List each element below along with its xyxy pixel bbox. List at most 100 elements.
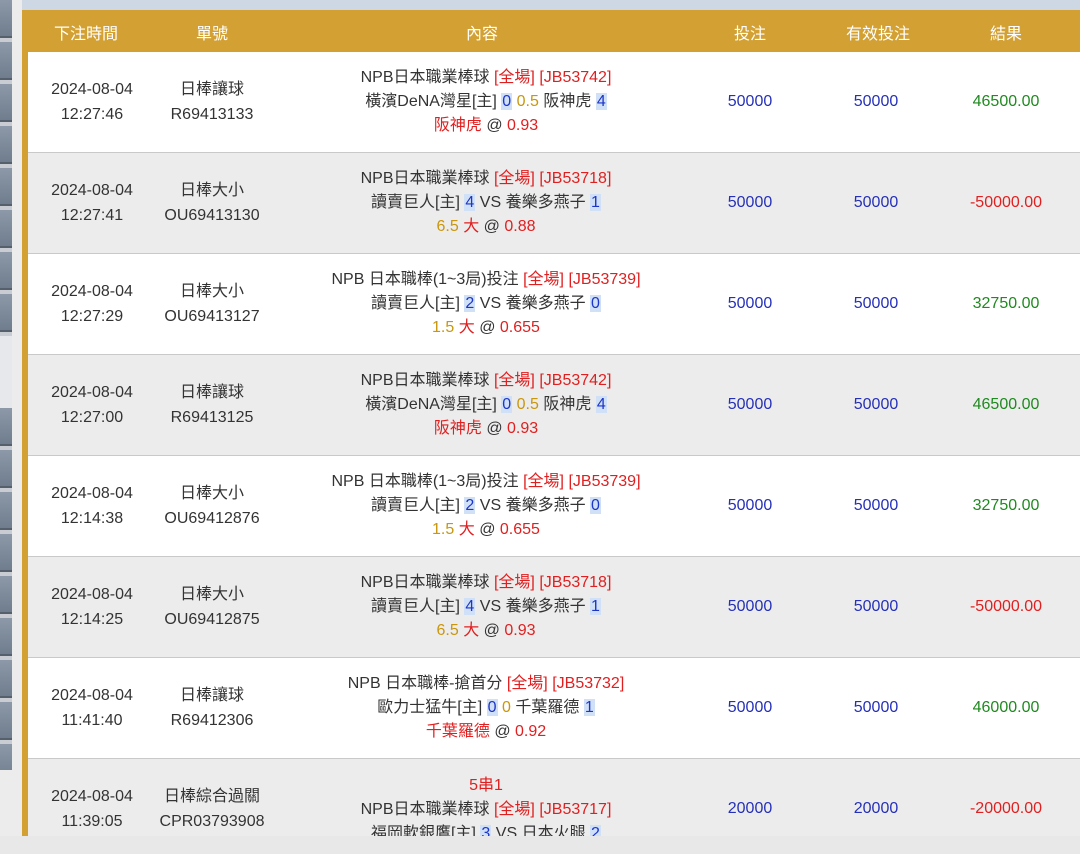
at-sign: @: [479, 319, 496, 336]
bet-amount: 50000: [727, 699, 773, 716]
match-teams-line: 橫濱DeNA灣星[主] 0 0.5 阪神虎 4: [286, 90, 686, 114]
league-name: NPB日本職業棒球: [360, 574, 490, 591]
odds-value: 0.88: [504, 218, 536, 235]
sidebar-tab[interactable]: [0, 168, 12, 206]
bet-scope: [全場]: [493, 170, 535, 187]
sidebar-tab[interactable]: [0, 210, 12, 248]
header-result: 結果: [989, 26, 1023, 43]
home-team: 歐力士猛牛[主]: [377, 699, 483, 716]
pick-selection: 大: [463, 218, 480, 235]
home-score: 4: [464, 194, 476, 211]
sidebar-tab[interactable]: [0, 702, 12, 740]
sidebar-tab[interactable]: [0, 84, 12, 122]
bet-clock: 12:27:29: [60, 308, 124, 325]
away-team: 養樂多燕子: [505, 497, 586, 514]
header-order-no: 單號: [195, 26, 229, 43]
total-line: 1.5: [432, 319, 455, 336]
home-score: 4: [464, 598, 476, 615]
match-league-line: NPB日本職業棒球 [全場] [JB53718]: [286, 571, 686, 595]
away-score: 0: [590, 497, 601, 514]
sidebar-tab[interactable]: [0, 408, 12, 446]
bet-scope: [全場]: [523, 271, 564, 288]
table-row[interactable]: 2024-08-04 12:27:41 日棒大小 OU69413130 NPB日…: [28, 153, 1080, 254]
sidebar-tab[interactable]: [0, 372, 12, 409]
sidebar-tab[interactable]: [0, 42, 12, 80]
at-sign: @: [486, 117, 503, 134]
league-name: NPB日本職業棒球: [360, 372, 490, 389]
bet-type: 日棒讓球: [179, 687, 244, 704]
valid-bet-amount: 50000: [853, 699, 899, 716]
valid-bet-amount: 50000: [853, 295, 899, 312]
bet-scope: [全場]: [493, 372, 535, 389]
away-score: 4: [595, 396, 607, 413]
home-team: 讀賣巨人[主]: [371, 497, 460, 514]
pick-line: 1.5 大 @ 0.655: [286, 518, 686, 542]
away-score: 1: [590, 598, 601, 615]
away-team: 千葉羅德: [515, 699, 580, 716]
pick-line: 6.5 大 @ 0.93: [286, 619, 686, 643]
table-row[interactable]: 2024-08-04 11:41:40 日棒讓球 R69412306 NPB 日…: [28, 658, 1080, 759]
sidebar-tab[interactable]: [0, 492, 12, 530]
sidebar-tab[interactable]: [0, 450, 12, 488]
sidebar-tab[interactable]: [0, 126, 12, 164]
match-code: [JB53742]: [539, 372, 612, 389]
result-amount: 46500.00: [972, 396, 1040, 413]
sidebar-tab[interactable]: [0, 294, 12, 332]
home-score: 0: [501, 93, 513, 110]
bet-time-cell: 2024-08-04 11:41:40: [51, 683, 133, 733]
bet-type: 日棒讓球: [179, 384, 244, 401]
bet-date: 2024-08-04: [51, 687, 133, 704]
sidebar-tab[interactable]: [0, 534, 12, 572]
away-score: 2: [590, 825, 601, 836]
at-sign: @: [479, 521, 496, 538]
league-name: NPB 日本職棒(1~3局)投注: [331, 271, 519, 288]
pick-selection: 阪神虎: [433, 420, 482, 437]
order-cell: 日棒大小 OU69413130: [164, 178, 259, 228]
content-cell: NPB 日本職棒(1~3局)投注 [全場] [JB53739] 讀賣巨人[主] …: [286, 470, 686, 542]
bet-time-cell: 2024-08-04 12:27:00: [51, 380, 133, 430]
bet-scope: [全場]: [523, 473, 564, 490]
away-score: 1: [583, 699, 595, 716]
bet-history-panel: 下注時間 單號 內容 投注 有效投注 結果 2024-08-04 12:27:4…: [22, 0, 1080, 836]
table-row[interactable]: 2024-08-04 12:14:25 日棒大小 OU69412875 NPB日…: [28, 557, 1080, 658]
valid-bet-amount: 50000: [853, 396, 899, 413]
order-number: R69412306: [170, 712, 254, 729]
sidebar-tab[interactable]: [0, 660, 12, 698]
header-bet-time: 下注時間: [53, 26, 119, 43]
content-cell: NPB 日本職棒(1~3局)投注 [全場] [JB53739] 讀賣巨人[主] …: [286, 268, 686, 340]
match-teams-line: 橫濱DeNA灣星[主] 0 0.5 阪神虎 4: [286, 393, 686, 417]
content-cell: 5串1 NPB日本職業棒球 [全場] [JB53717] 福岡軟銀鷹[主] 3 …: [286, 774, 686, 836]
sidebar-tab[interactable]: [0, 744, 12, 770]
bet-time-cell: 2024-08-04 11:39:05: [51, 784, 133, 834]
pick-selection: 大: [458, 319, 475, 336]
order-number: OU69413130: [164, 207, 260, 224]
table-row[interactable]: 2024-08-04 12:27:46 日棒讓球 R69413133 NPB日本…: [28, 52, 1080, 153]
match-code: [JB53732]: [552, 675, 625, 692]
sidebar-tab[interactable]: [0, 0, 12, 38]
bet-clock: 12:27:00: [60, 409, 124, 426]
content-cell: NPB日本職業棒球 [全場] [JB53718] 讀賣巨人[主] 4 VS 養樂…: [286, 571, 686, 643]
table-row[interactable]: 2024-08-04 12:27:00 日棒讓球 R69413125 NPB日本…: [28, 355, 1080, 456]
away-team: 阪神虎: [543, 396, 592, 413]
bet-time-cell: 2024-08-04 12:14:25: [51, 582, 133, 632]
bet-type: 日棒大小: [179, 485, 244, 502]
match-code: [JB53739]: [568, 473, 641, 490]
sidebar-tab[interactable]: [0, 252, 12, 290]
order-number: R69413133: [170, 106, 254, 123]
table-row[interactable]: 2024-08-04 12:14:38 日棒大小 OU69412876 NPB …: [28, 456, 1080, 557]
sidebar-tab[interactable]: [0, 618, 12, 656]
sidebar-tab[interactable]: [0, 576, 12, 614]
away-team: 日本火腿: [521, 825, 586, 836]
sidebar-tab[interactable]: [0, 336, 12, 373]
away-score: 4: [595, 93, 607, 110]
home-score: 0: [501, 396, 513, 413]
panel-top-bar: [22, 0, 1080, 10]
bet-time-cell: 2024-08-04 12:27:46: [51, 77, 133, 127]
table-row[interactable]: 2024-08-04 12:27:29 日棒大小 OU69413127 NPB …: [28, 254, 1080, 355]
header-valid-bet: 有效投注: [845, 26, 911, 43]
match-teams-line: 福岡軟銀鷹[主] 3 VS 日本火腿 2: [286, 822, 686, 836]
table-row[interactable]: 2024-08-04 11:39:05 日棒綜合過關 CPR03793908 5…: [28, 759, 1080, 836]
order-number: CPR03793908: [159, 813, 265, 830]
parlay-label: 5串1: [469, 777, 503, 794]
pick-selection: 大: [458, 521, 475, 538]
